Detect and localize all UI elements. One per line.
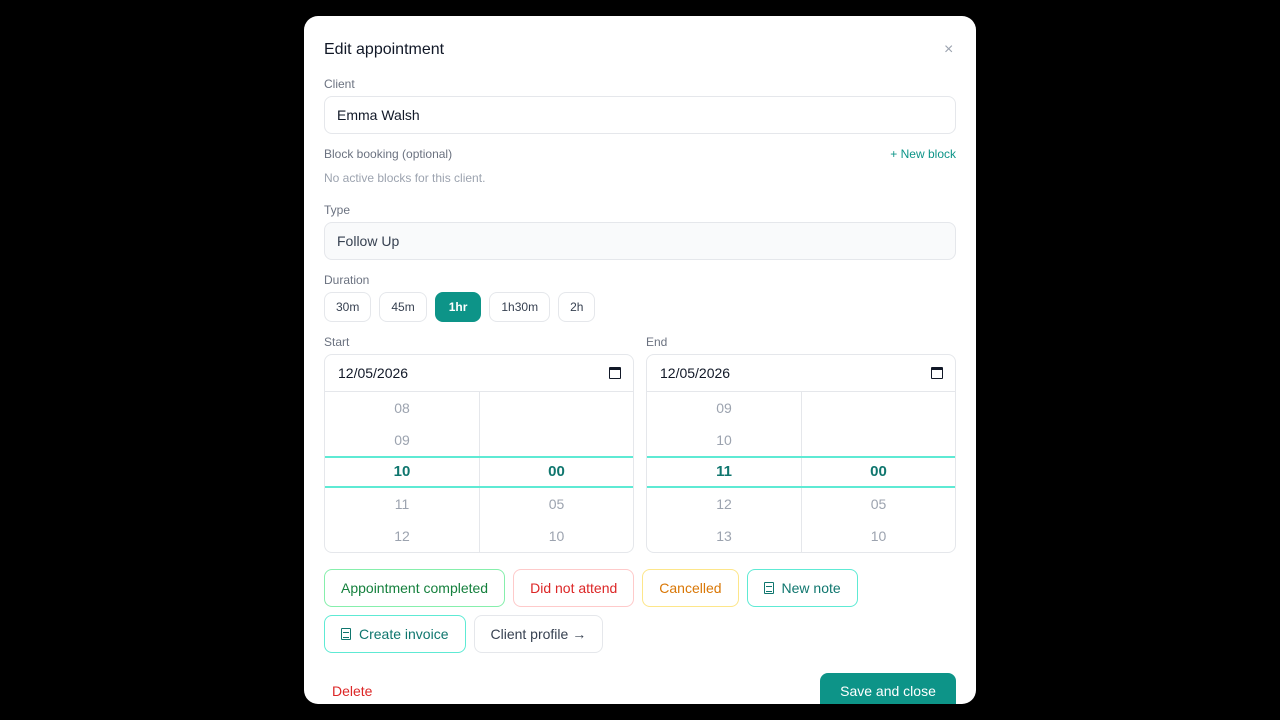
selected-minute[interactable]: 00 xyxy=(802,463,955,480)
save-and-close-button[interactable]: Save and close xyxy=(820,673,956,704)
create-invoice-button[interactable]: Create invoice xyxy=(324,615,466,653)
selected-hour[interactable]: 10 xyxy=(325,463,479,480)
end-date-value: 12/05/2026 xyxy=(660,365,731,381)
end-time-picker: 12/05/2026 09 10 11 12 13 00 05 10 xyxy=(646,354,956,553)
appointment-completed-button[interactable]: Appointment completed xyxy=(324,569,506,607)
hour-option[interactable]: 12 xyxy=(647,496,801,512)
did-not-attend-button[interactable]: Did not attend xyxy=(513,569,635,607)
edit-appointment-dialog: Edit appointment × Client Emma Walsh Blo… xyxy=(304,16,976,704)
secondary-actions: Create invoice Client profile → xyxy=(324,615,956,653)
new-note-label: New note xyxy=(781,580,841,596)
client-input[interactable]: Emma Walsh xyxy=(324,96,956,134)
start-label: Start xyxy=(324,335,350,349)
block-booking-hint: No active blocks for this client. xyxy=(324,171,486,185)
new-block-link[interactable]: + New block xyxy=(890,147,956,161)
duration-30m-button[interactable]: 30m xyxy=(324,292,372,322)
block-booking-label: Block booking (optional) xyxy=(324,147,453,161)
duration-label: Duration xyxy=(324,273,370,287)
hour-option[interactable]: 11 xyxy=(325,496,479,512)
duration-45m-button[interactable]: 45m xyxy=(379,292,427,322)
selected-hour[interactable]: 11 xyxy=(647,463,801,480)
invoice-icon xyxy=(341,628,351,640)
cancelled-button[interactable]: Cancelled xyxy=(642,569,739,607)
end-label: End xyxy=(646,335,668,349)
hour-option[interactable]: 08 xyxy=(325,400,479,416)
dialog-title: Edit appointment xyxy=(324,41,445,58)
hour-option[interactable]: 09 xyxy=(325,432,479,448)
type-select[interactable]: Follow Up xyxy=(324,222,956,260)
status-actions: Appointment completed Did not attend Can… xyxy=(324,569,956,607)
duration-1hr-button[interactable]: 1hr xyxy=(434,292,482,322)
end-minute-wheel[interactable]: 00 05 10 xyxy=(801,392,955,552)
hour-option[interactable]: 09 xyxy=(647,400,801,416)
hour-option[interactable]: 10 xyxy=(647,432,801,448)
client-profile-button[interactable]: Client profile → xyxy=(473,615,604,653)
end-date-input[interactable]: 12/05/2026 xyxy=(647,355,955,392)
delete-button[interactable]: Delete xyxy=(332,683,372,699)
start-time-picker: 12/05/2026 08 09 10 11 12 00 05 10 xyxy=(324,354,634,553)
create-invoice-label: Create invoice xyxy=(359,626,449,642)
start-date-value: 12/05/2026 xyxy=(338,365,409,381)
minute-option[interactable]: 05 xyxy=(802,496,955,512)
duration-1h30m-button[interactable]: 1h30m xyxy=(489,292,551,322)
minute-option[interactable]: 10 xyxy=(802,528,955,544)
minute-option[interactable]: 05 xyxy=(480,496,633,512)
minute-option[interactable]: 10 xyxy=(480,528,633,544)
end-hour-wheel[interactable]: 09 10 11 12 13 xyxy=(647,392,801,552)
duration-options: 30m 45m 1hr 1h30m 2h xyxy=(324,292,596,322)
calendar-icon[interactable] xyxy=(609,367,621,379)
duration-2h-button[interactable]: 2h xyxy=(558,292,596,322)
new-note-button[interactable]: New note xyxy=(746,569,858,607)
start-minute-wheel[interactable]: 00 05 10 xyxy=(479,392,633,552)
selected-minute[interactable]: 00 xyxy=(480,463,633,480)
hour-option[interactable]: 12 xyxy=(325,528,479,544)
note-icon xyxy=(763,582,774,594)
hour-option[interactable]: 13 xyxy=(647,528,801,544)
start-date-input[interactable]: 12/05/2026 xyxy=(325,355,633,392)
type-label: Type xyxy=(324,203,351,217)
close-icon[interactable]: × xyxy=(944,42,953,58)
calendar-icon[interactable] xyxy=(931,367,943,379)
start-hour-wheel[interactable]: 08 09 10 11 12 xyxy=(325,392,479,552)
client-label: Client xyxy=(324,77,355,91)
